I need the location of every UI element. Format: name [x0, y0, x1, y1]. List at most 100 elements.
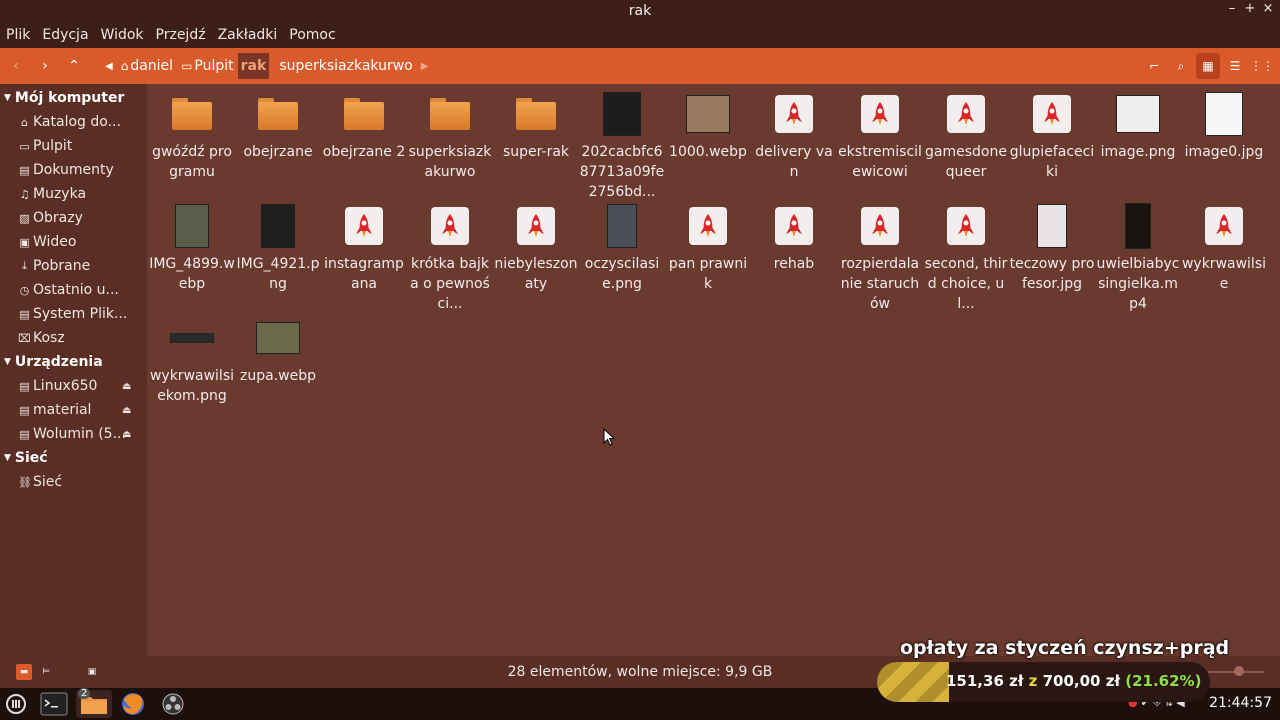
- sidebar-item[interactable]: ▤ material ⏏: [0, 398, 147, 422]
- back-button[interactable]: ‹: [3, 53, 29, 79]
- search-icon[interactable]: ⌕: [1169, 53, 1193, 79]
- eject-icon[interactable]: ⏏: [122, 381, 131, 392]
- file-item[interactable]: image.png: [1095, 89, 1181, 162]
- breadcrumb-rak[interactable]: rak: [237, 53, 270, 79]
- file-item[interactable]: uwielbiabycsingielka.mp4: [1095, 201, 1181, 314]
- menu-bar: Plik Edycja Widok Przejdź Zakładki Pomoc: [0, 22, 1280, 48]
- title-bar: rak – + ×: [0, 0, 1280, 22]
- file-item[interactable]: wykrwawilsiekom.png: [149, 313, 235, 406]
- file-item[interactable]: teczowy profesor.jpg: [1009, 201, 1095, 294]
- file-item[interactable]: IMG_4921.png: [235, 201, 321, 294]
- image-thumbnail: [235, 313, 321, 363]
- sidebar-item[interactable]: ▨ Obrazy: [0, 206, 147, 230]
- video-thumbnail: [1095, 201, 1181, 251]
- sidebar-item[interactable]: ▤ Dokumenty: [0, 158, 147, 182]
- file-item[interactable]: rehab: [751, 201, 837, 274]
- sidebar-item[interactable]: ♫ Muzyka: [0, 182, 147, 206]
- terminal-icon[interactable]: [38, 690, 70, 718]
- sidebar-item[interactable]: ▤ Linux650 ⏏: [0, 374, 147, 398]
- eject-icon[interactable]: ⏏: [122, 405, 131, 416]
- up-button[interactable]: ⌃: [61, 53, 87, 79]
- icon-view-icon[interactable]: ▦: [1196, 53, 1220, 79]
- sidebar-item-label: material: [33, 402, 92, 418]
- file-item[interactable]: glupiefaceciki: [1009, 89, 1095, 182]
- file-name: teczowy profesor.jpg: [1009, 256, 1095, 292]
- compact-view-icon[interactable]: ⋮⋮: [1250, 53, 1274, 79]
- trash-icon: ⌧: [18, 331, 31, 345]
- menu-item[interactable]: Edycja: [42, 27, 88, 43]
- file-item[interactable]: wykrwawilsie: [1181, 201, 1267, 294]
- stream-goal-progress: 151,36 zł z 700,00 zł (21.62%): [877, 662, 1210, 702]
- file-view[interactable]: gwóźdź programu obejrzane obejrzane 2 super…: [147, 84, 1280, 656]
- breadcrumb-superksiazkakurwo[interactable]: superksiazkakurwo: [275, 53, 416, 79]
- file-manager-task-icon[interactable]: 2: [76, 688, 112, 718]
- menu-item[interactable]: Plik: [6, 27, 30, 43]
- sidebar-item[interactable]: ▤ System Plik...: [0, 302, 147, 326]
- zoom-slider-handle[interactable]: [1234, 666, 1244, 676]
- file-name: IMG_4899.webp: [149, 256, 235, 292]
- file-name: obejrzane: [243, 144, 313, 160]
- menu-item[interactable]: Przejdź: [156, 27, 206, 43]
- folder-item[interactable]: obejrzane: [235, 89, 321, 162]
- sidebar-item[interactable]: ⤓ Pobrane: [0, 254, 147, 278]
- folder-item[interactable]: super-rak: [493, 89, 579, 162]
- file-item[interactable]: oczyscilasie.png: [579, 201, 665, 294]
- stream-goal-title: opłaty za styczeń czynsz+prąd: [900, 637, 1230, 659]
- toggle-location-icon[interactable]: ⌐: [1142, 53, 1166, 79]
- menu-item[interactable]: Widok: [101, 27, 144, 43]
- file-name: ekstremiscilewicowi: [838, 144, 922, 180]
- breadcrumb-pulpit[interactable]: ▭ Pulpit: [177, 53, 238, 79]
- sidebar-item[interactable]: ◷ Ostatnio u...: [0, 278, 147, 302]
- rocket-file-icon: [751, 89, 837, 139]
- close-icon[interactable]: ×: [1262, 1, 1274, 16]
- obs-icon[interactable]: [157, 690, 189, 718]
- file-item[interactable]: IMG_4899.webp: [149, 201, 235, 294]
- file-item[interactable]: second, third choice, ul...: [923, 201, 1009, 314]
- folder-item[interactable]: superksiazkakurwo: [407, 89, 493, 182]
- file-item[interactable]: zupa.webp: [235, 313, 321, 386]
- sidebar-item[interactable]: ▣ Wideo: [0, 230, 147, 254]
- sidebar-item[interactable]: ⌧ Kosz: [0, 326, 147, 350]
- file-name: rehab: [773, 256, 815, 272]
- maximize-icon[interactable]: +: [1244, 1, 1256, 16]
- music-icon: ♫: [19, 187, 30, 201]
- sidebar-item[interactable]: ⛓ Sieć: [0, 470, 147, 494]
- sidebar-item[interactable]: ▭ Pulpit: [0, 134, 147, 158]
- sidebar-section-header[interactable]: ▼ Mój komputer: [0, 86, 147, 110]
- menu-icon[interactable]: [0, 690, 32, 718]
- menu-item[interactable]: Zakładki: [218, 27, 278, 43]
- file-item[interactable]: rozpierdalanie staruchów: [837, 201, 923, 314]
- file-item[interactable]: pan prawnik: [665, 201, 751, 294]
- file-item[interactable]: instagrampana: [321, 201, 407, 294]
- file-item[interactable]: ekstremiscilewicowi: [837, 89, 923, 182]
- sidebar-item-label: Linux650: [33, 378, 98, 394]
- folder-item[interactable]: obejrzane 2: [321, 89, 407, 162]
- file-item[interactable]: krótka bajka o pewności...: [407, 201, 493, 314]
- menu-item[interactable]: Pomoc: [289, 27, 335, 43]
- sidebar-item-label: Kosz: [33, 330, 65, 346]
- breadcrumb-daniel[interactable]: ⌂ daniel: [117, 53, 177, 79]
- file-name: wykrwawilsiekom.png: [149, 368, 235, 404]
- file-item[interactable]: delivery van: [751, 89, 837, 182]
- firefox-icon[interactable]: [117, 690, 149, 718]
- breadcrumb-left-arrow-icon[interactable]: ◀: [101, 53, 117, 79]
- file-item[interactable]: gamesdonequeer: [923, 89, 1009, 182]
- file-item[interactable]: image0.jpg: [1181, 89, 1267, 162]
- sidebar-section-header[interactable]: ▼ Sieć: [0, 446, 147, 470]
- sidebar-item[interactable]: ▤ Wolumin (5... ⏏: [0, 422, 147, 446]
- folder-item[interactable]: gwóźdź programu: [149, 89, 235, 182]
- eject-icon[interactable]: ⏏: [122, 429, 131, 440]
- file-item[interactable]: 1000.webp: [665, 89, 751, 162]
- minimize-icon[interactable]: –: [1226, 1, 1238, 16]
- clock[interactable]: 21:44:57: [1209, 695, 1272, 711]
- forward-button[interactable]: ›: [32, 53, 58, 79]
- file-item[interactable]: niebyleszonaty: [493, 201, 579, 294]
- sidebar-item[interactable]: ⌂ Katalog do...: [0, 110, 147, 134]
- list-view-icon[interactable]: ☰: [1223, 53, 1247, 79]
- folder-icon: [407, 89, 493, 139]
- image-thumbnail: [235, 201, 321, 251]
- sidebar-section-header[interactable]: ▼ Urządzenia: [0, 350, 147, 374]
- breadcrumb-right-arrow-icon[interactable]: ▶: [417, 53, 433, 79]
- file-name: pan prawnik: [668, 256, 748, 292]
- file-item[interactable]: 202cacbfc687713a09fe2756bd...: [579, 89, 665, 202]
